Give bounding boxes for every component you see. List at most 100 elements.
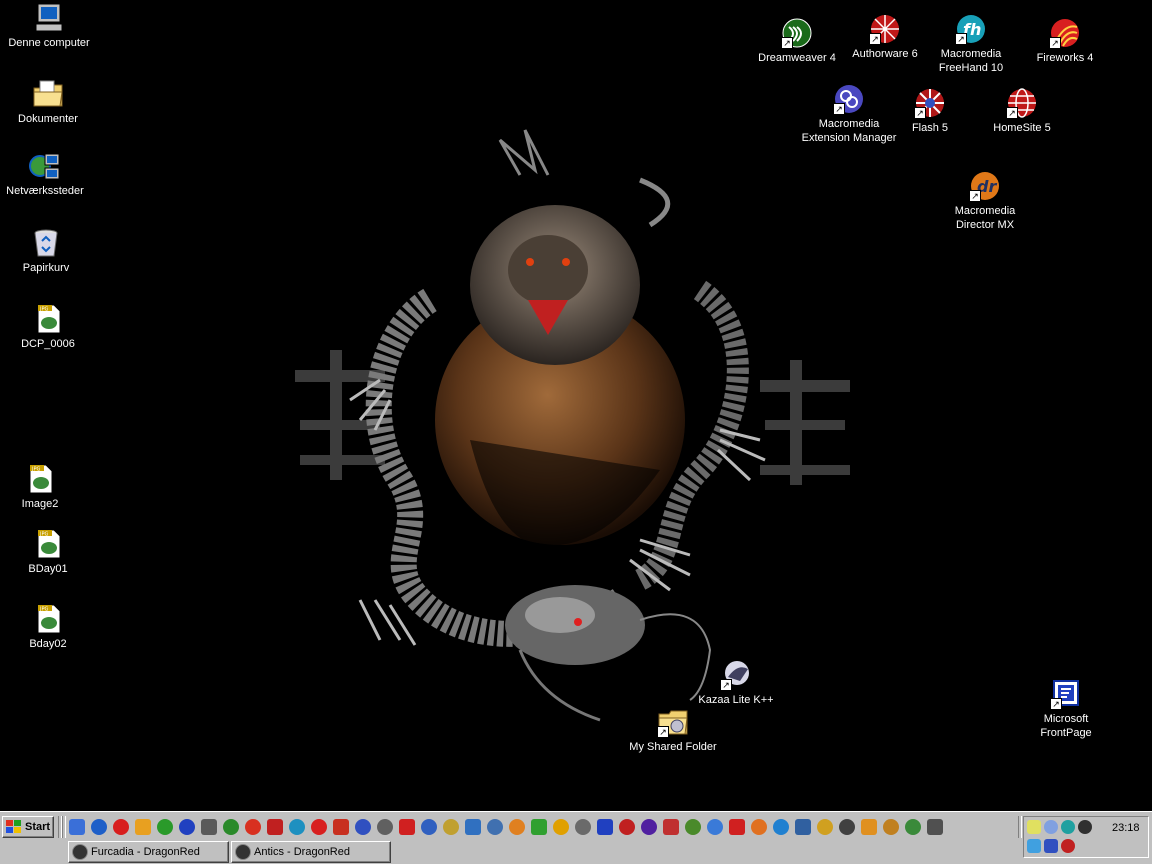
quick-launch-icon[interactable] xyxy=(465,819,481,835)
taskbar-button-antics[interactable]: Antics - DragonRed xyxy=(231,841,391,863)
quick-launch-icon[interactable] xyxy=(333,819,349,835)
quick-launch-icon[interactable] xyxy=(311,819,327,835)
quick-launch-icon[interactable] xyxy=(773,819,789,835)
quick-launch-icon[interactable] xyxy=(157,819,173,835)
homesite-icon: ↗ xyxy=(1006,87,1038,119)
desktop-icon-denne-computer[interactable]: Denne computer xyxy=(0,2,99,50)
desktop-icon-director[interactable]: dr ↗ Macromedia Director MX xyxy=(935,170,1035,232)
quick-launch-icon[interactable] xyxy=(355,819,371,835)
quick-launch-icon[interactable] xyxy=(663,819,679,835)
quick-launch-icon[interactable] xyxy=(839,819,855,835)
quick-launch-icon[interactable] xyxy=(135,819,151,835)
quick-launch-icon[interactable] xyxy=(553,819,569,835)
quick-launch-icon[interactable] xyxy=(531,819,547,835)
quick-launch-icon[interactable] xyxy=(201,819,217,835)
quick-launch-icon[interactable] xyxy=(377,819,393,835)
quick-launch-icon[interactable] xyxy=(751,819,767,835)
desktop-icon-label: Fireworks 4 xyxy=(1036,52,1094,64)
desktop-icon-flash[interactable]: ↗ Flash 5 xyxy=(880,87,980,135)
messenger-icon[interactable] xyxy=(1078,820,1092,834)
quick-launch-icon[interactable] xyxy=(861,819,877,835)
quick-launch-icon[interactable] xyxy=(707,819,723,835)
quick-launch-icon[interactable] xyxy=(927,819,943,835)
desktop-icon-label: Authorware 6 xyxy=(852,48,918,60)
quick-launch-icon[interactable] xyxy=(905,819,921,835)
quick-launch-icon[interactable] xyxy=(223,819,239,835)
desktop-icon-netvaerkssteder[interactable]: Netværkssteder xyxy=(0,150,95,198)
desktop-icon-dreamweaver[interactable]: ↗ Dreamweaver 4 xyxy=(747,17,847,65)
quick-launch-icon[interactable] xyxy=(575,819,591,835)
desktop-icon-freehand[interactable]: fh ↗ Macromedia FreeHand 10 xyxy=(921,13,1021,75)
jpg-file-icon: JPG xyxy=(32,303,64,335)
desktop-icon-label: Netværkssteder xyxy=(6,185,84,197)
volume-icon[interactable] xyxy=(1027,820,1041,834)
shortcut-arrow-icon: ↗ xyxy=(833,103,845,115)
furcadia-icon xyxy=(72,844,88,860)
desktop-icon-label: Macromedia Director MX xyxy=(954,205,1016,231)
quick-launch-icon[interactable] xyxy=(179,819,195,835)
tray-app3-icon[interactable] xyxy=(1061,839,1075,853)
desktop-icon-homesite[interactable]: ↗ HomeSite 5 xyxy=(972,87,1072,135)
desktop-icon-label: Image2 xyxy=(21,498,59,510)
tray-app-icon[interactable] xyxy=(1027,839,1041,853)
desktop-icon-image2[interactable]: JPG Image2 xyxy=(0,463,90,511)
quick-launch-icon[interactable] xyxy=(113,819,129,835)
start-button[interactable]: Start xyxy=(2,816,54,838)
desktop-icon-label: BDay01 xyxy=(28,563,68,575)
system-tray: 23:18 xyxy=(1023,816,1149,858)
shortcut-arrow-icon: ↗ xyxy=(657,726,669,738)
taskbar: Start Furcadia - DragonRed Antics - Drag… xyxy=(0,811,1152,864)
shortcut-arrow-icon: ↗ xyxy=(1049,37,1061,49)
desktop-icon-kazaa[interactable]: ↗ Kazaa Lite K++ xyxy=(686,659,786,707)
quick-launch-icon[interactable] xyxy=(795,819,811,835)
desktop-icon-label: Bday02 xyxy=(29,638,67,650)
desktop-icon-dcp-0006[interactable]: JPG DCP_0006 xyxy=(0,303,98,351)
desktop-icon-label: My Shared Folder xyxy=(629,741,717,753)
quick-launch-icon[interactable] xyxy=(421,819,437,835)
quick-launch-icon[interactable] xyxy=(729,819,745,835)
desktop-icon-frontpage[interactable]: ↗ Microsoft FrontPage xyxy=(1016,678,1116,740)
quick-launch-icon[interactable] xyxy=(69,819,85,835)
fireworks-icon: ↗ xyxy=(1049,17,1081,49)
quick-launch-icon[interactable] xyxy=(817,819,833,835)
task-label: Furcadia - DragonRed xyxy=(91,846,200,858)
quick-launch-icon[interactable] xyxy=(619,819,635,835)
quick-launch-icon[interactable] xyxy=(245,819,261,835)
quick-launch-icon[interactable] xyxy=(487,819,503,835)
quick-launch-icon[interactable] xyxy=(509,819,525,835)
desktop-icon-fireworks[interactable]: ↗ Fireworks 4 xyxy=(1015,17,1115,65)
quick-launch-icon[interactable] xyxy=(685,819,701,835)
quick-launch-icon[interactable] xyxy=(883,819,899,835)
start-label: Start xyxy=(25,821,51,833)
quick-launch-icon[interactable] xyxy=(289,819,305,835)
quick-launch-icon[interactable] xyxy=(91,819,107,835)
quick-launch-icon[interactable] xyxy=(597,819,613,835)
quick-launch-icon[interactable] xyxy=(641,819,657,835)
svg-text:JPG: JPG xyxy=(39,607,48,613)
svg-text:JPG: JPG xyxy=(39,532,48,538)
network-icon[interactable] xyxy=(1044,820,1058,834)
quick-launch-icon[interactable] xyxy=(399,819,415,835)
shortcut-arrow-icon: ↗ xyxy=(1050,698,1062,710)
quick-launch-icon[interactable] xyxy=(267,819,283,835)
quick-launch-icon[interactable] xyxy=(443,819,459,835)
desktop-icon-my-shared-folder[interactable]: ↗ My Shared Folder xyxy=(623,706,723,754)
shortcut-arrow-icon: ↗ xyxy=(955,33,967,45)
desktop-icon-bday01[interactable]: JPG BDay01 xyxy=(0,528,98,576)
dreamweaver-icon: ↗ xyxy=(781,17,813,49)
desktop-icon-bday02[interactable]: JPG Bday02 xyxy=(0,603,98,651)
desktop-icon-dokumenter[interactable]: Dokumenter xyxy=(0,78,98,126)
desktop-icon-authorware[interactable]: ↗ Authorware 6 xyxy=(835,13,935,61)
shortcut-arrow-icon: ↗ xyxy=(969,190,981,202)
tray-app2-icon[interactable] xyxy=(1044,839,1058,853)
shared-folder-icon: ↗ xyxy=(657,706,689,738)
jpg-file-icon: JPG xyxy=(32,528,64,560)
taskbar-button-furcadia[interactable]: Furcadia - DragonRed xyxy=(68,841,229,863)
antivirus-icon[interactable] xyxy=(1061,820,1075,834)
desktop-icon-label: DCP_0006 xyxy=(21,338,75,350)
clock[interactable]: 23:18 xyxy=(1112,822,1140,834)
computer-icon xyxy=(33,2,65,34)
jpg-file-icon: JPG xyxy=(32,603,64,635)
desktop-icon-papirkurv[interactable]: Papirkurv xyxy=(0,227,96,275)
network-places-icon xyxy=(29,150,61,182)
